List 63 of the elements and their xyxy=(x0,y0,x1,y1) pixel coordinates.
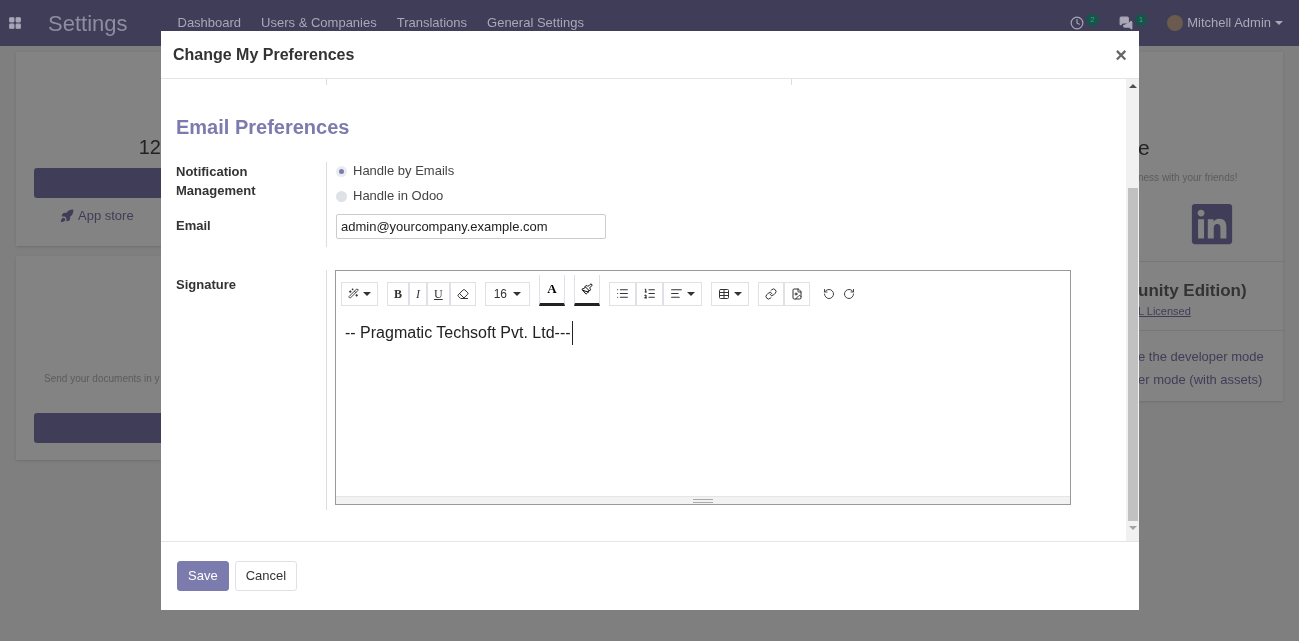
user-menu[interactable]: Mitchell Admin xyxy=(1187,13,1271,33)
email-input-field[interactable]: admin@yourcompany.example.com xyxy=(336,214,606,239)
app-title: Settings xyxy=(48,9,128,38)
image-icon xyxy=(791,287,804,300)
italic-button[interactable]: I xyxy=(409,281,427,306)
table-dropdown[interactable] xyxy=(711,281,750,306)
nav-menu-item[interactable]: Users & Companies xyxy=(261,13,377,33)
radio-option[interactable]: Handle by Emails xyxy=(336,162,606,180)
dialog-button[interactable]: Cancel xyxy=(234,561,298,591)
activity-icon[interactable] xyxy=(1070,16,1085,30)
nav-menu-item[interactable]: General Settings xyxy=(487,13,584,33)
eraser-icon xyxy=(456,287,469,300)
card-heading: e xyxy=(1138,135,1151,161)
font-color-button[interactable]: A xyxy=(539,275,566,306)
undo-icon[interactable] xyxy=(823,287,836,300)
field-label: Notification Management xyxy=(176,163,257,200)
bullet-list-icon xyxy=(616,287,630,300)
close-button[interactable]: × xyxy=(1115,44,1127,65)
resize-handle[interactable] xyxy=(336,496,1070,504)
rocket-icon xyxy=(60,208,74,223)
bullet-list-button[interactable] xyxy=(609,281,637,306)
numbered-list-icon xyxy=(643,287,657,300)
nav-menu-item[interactable]: Dashboard xyxy=(177,13,242,33)
field-label: Email xyxy=(176,217,212,235)
caret-icon xyxy=(734,291,743,296)
message-count-badge: 1 xyxy=(1134,14,1148,26)
avatar-icon xyxy=(1167,15,1184,31)
section-title: Email Preferences xyxy=(176,115,351,140)
bold-button[interactable]: B xyxy=(387,281,409,306)
activity-count-badge: 2 xyxy=(1086,14,1099,26)
eraser-button[interactable] xyxy=(449,281,476,306)
caret-icon xyxy=(513,291,522,296)
edition-title: unity Edition) xyxy=(1138,280,1247,300)
signature-text: -- Pragmatic Techsoft Pvt. Ltd--- xyxy=(345,321,573,345)
style-dropdown[interactable] xyxy=(341,281,378,306)
dialog-title: Change My Preferences xyxy=(173,44,355,65)
table-icon xyxy=(718,287,731,300)
image-button[interactable] xyxy=(784,281,811,306)
radio-icon[interactable] xyxy=(336,190,347,202)
link-icon xyxy=(765,287,778,300)
numbered-list-button[interactable] xyxy=(636,281,664,306)
redo-icon[interactable] xyxy=(843,287,856,300)
caret-icon xyxy=(1275,21,1283,25)
field-label: Signature xyxy=(176,277,236,292)
font-size-dropdown[interactable]: 16 xyxy=(484,281,531,306)
apps-menu-icon[interactable] xyxy=(8,16,22,30)
scrollbar[interactable] xyxy=(1126,79,1139,541)
chat-icon[interactable] xyxy=(1118,16,1133,30)
caret-icon xyxy=(687,291,696,296)
caret-icon xyxy=(363,291,371,296)
radio-option[interactable]: Handle in Odoo xyxy=(336,187,606,205)
stat-number: 12 xyxy=(138,135,161,160)
align-left-icon xyxy=(670,287,684,300)
align-dropdown[interactable] xyxy=(663,281,703,306)
signature-editor[interactable]: B I U 16 A -- Pragmatic Techsoft Pvt. Ltd--- xyxy=(335,270,1071,505)
nav-menu-item[interactable]: Translations xyxy=(396,13,468,33)
brush-icon xyxy=(581,283,594,295)
highlight-color-button[interactable] xyxy=(574,275,601,306)
underline-button[interactable]: U xyxy=(427,281,450,306)
dialog-button[interactable]: Save xyxy=(177,561,229,591)
radio-icon[interactable] xyxy=(336,165,347,177)
magic-wand-icon xyxy=(348,288,359,299)
link-button[interactable] xyxy=(758,281,785,306)
